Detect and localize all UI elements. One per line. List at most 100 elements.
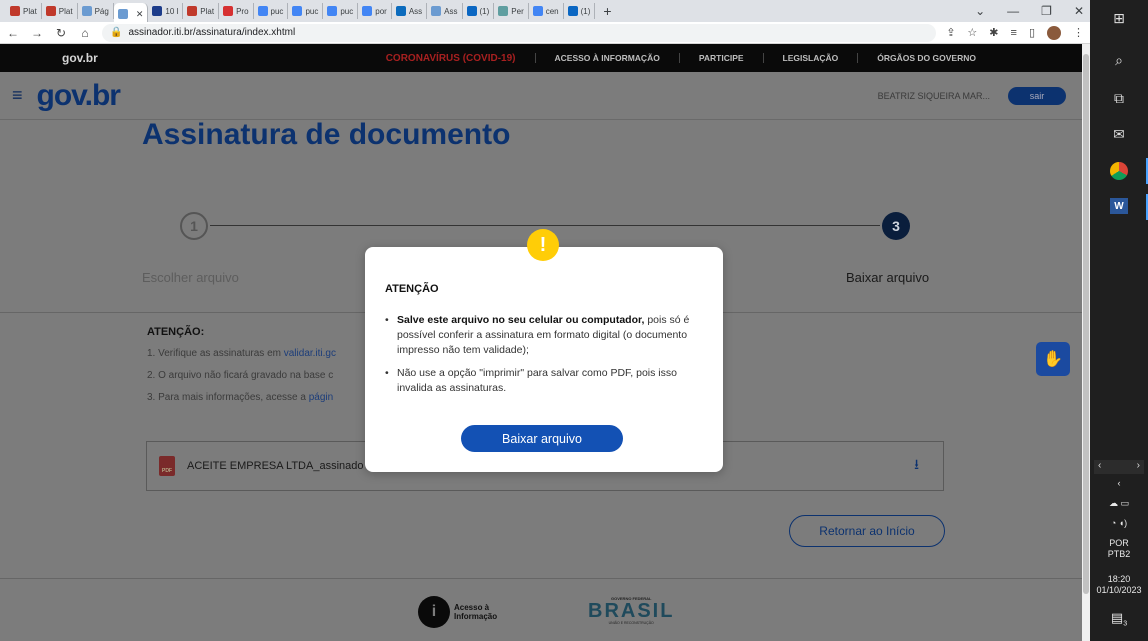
- modal-item-2: Não use a opção "imprimir" para salvar c…: [385, 366, 705, 396]
- address-bar[interactable]: 🔒 assinador.iti.br/assinatura/index.xhtm…: [102, 23, 937, 42]
- browser-tab[interactable]: por: [358, 3, 392, 19]
- browser-tab[interactable]: puc: [323, 3, 359, 19]
- brasil-name: BRASIL: [588, 600, 675, 622]
- bookmark-star-icon[interactable]: ☆: [967, 26, 977, 39]
- tab-favicon-icon: [567, 6, 578, 16]
- browser-tab[interactable]: 10 l: [148, 3, 184, 19]
- tab-label: 10 l: [165, 6, 179, 16]
- acesso-line-1: Acesso à: [454, 603, 490, 612]
- side-panel-icon[interactable]: ▯: [1029, 26, 1035, 39]
- tab-close-icon[interactable]: ✕: [136, 9, 144, 20]
- validar-link[interactable]: validar.iti.gc: [284, 348, 336, 359]
- extensions-icon[interactable]: ✱: [989, 26, 998, 39]
- scrollbar-thumb[interactable]: [1083, 54, 1089, 594]
- forward-button[interactable]: →: [30, 26, 44, 40]
- browser-tab[interactable]: puc: [288, 3, 324, 19]
- clock[interactable]: 18:20 01/10/2023: [1090, 574, 1148, 596]
- browser-tab[interactable]: Plat: [183, 3, 220, 19]
- tab-label: (1): [580, 6, 591, 16]
- clock-time: 18:20: [1107, 574, 1131, 584]
- tray-chevron-icon[interactable]: ‹: [1090, 478, 1148, 489]
- tab-favicon-icon: [431, 6, 442, 16]
- windows-start-icon[interactable]: ⊞: [1090, 10, 1148, 27]
- tab-label: Plat: [23, 6, 37, 16]
- tab-favicon-icon: [117, 9, 128, 19]
- page-scrollbar[interactable]: [1082, 44, 1090, 641]
- vlibras-hand-icon[interactable]: ✋: [1036, 342, 1070, 376]
- restore-button[interactable]: ❐: [1041, 4, 1052, 18]
- tab-favicon-icon: [327, 6, 338, 16]
- logout-button[interactable]: sair: [1008, 86, 1066, 105]
- tab-favicon-icon: [45, 6, 56, 16]
- download-file-button[interactable]: Baixar arquivo: [461, 425, 623, 452]
- input-language[interactable]: POR PTB2: [1090, 538, 1148, 560]
- menu-hamburger-icon[interactable]: ≡: [12, 85, 23, 106]
- browser-tab[interactable]: cen: [529, 3, 564, 19]
- new-tab-button[interactable]: +: [595, 3, 619, 19]
- tab-favicon-icon: [532, 6, 543, 16]
- link-orgaos-governo[interactable]: ÓRGÃOS DO GOVERNO: [857, 53, 995, 63]
- browser-tab[interactable]: Pro: [219, 3, 254, 19]
- footer-brasil-logo[interactable]: GOVERNO FEDERAL BRASIL UNIÃO E RECONSTRU…: [588, 596, 674, 625]
- tab-favicon-icon: [466, 6, 477, 16]
- word-app-icon[interactable]: W: [1090, 198, 1148, 214]
- tab-search-icon[interactable]: ⌄: [975, 4, 985, 18]
- acesso-line-2: Informação: [454, 612, 498, 621]
- tab-label: puc: [305, 6, 319, 16]
- link-acesso-informacao[interactable]: ACESSO À INFORMAÇÃO: [534, 53, 679, 63]
- minimize-button[interactable]: —: [1007, 4, 1019, 18]
- task-view-icon[interactable]: ⧉: [1090, 90, 1148, 107]
- mail-icon[interactable]: ✉: [1090, 126, 1148, 143]
- back-button[interactable]: ←: [6, 26, 20, 40]
- reading-list-icon[interactable]: ≡: [1011, 27, 1017, 39]
- page-title: Assinatura de documento: [142, 118, 511, 151]
- browser-tab[interactable]: (1): [463, 3, 495, 19]
- language-code: POR: [1109, 538, 1129, 548]
- more-info-link[interactable]: págin: [309, 392, 333, 403]
- onedrive-icon[interactable]: ☁ ▭: [1090, 498, 1148, 509]
- tab-favicon-icon: [152, 6, 163, 16]
- notifications-icon[interactable]: ▤3: [1090, 611, 1148, 630]
- tab-favicon-icon: [81, 6, 92, 16]
- chrome-app-icon[interactable]: [1090, 162, 1148, 180]
- browser-tab[interactable]: puc: [254, 3, 289, 19]
- reload-button[interactable]: ↻: [54, 26, 68, 40]
- link-participe[interactable]: PARTICIPE: [678, 53, 763, 63]
- home-button[interactable]: ⌂: [78, 26, 92, 40]
- step-1-circle: 1: [180, 212, 208, 240]
- browser-tab[interactable]: Ass: [427, 3, 463, 19]
- browser-tab[interactable]: Plat: [42, 3, 78, 19]
- share-icon[interactable]: ⇪: [946, 26, 955, 39]
- modal-item-2-text: Não use a opção "imprimir" para salvar c…: [397, 367, 677, 394]
- browser-tab[interactable]: (1): [564, 3, 596, 19]
- attention-modal: ATENÇÃO Salve este arquivo no seu celula…: [365, 247, 723, 472]
- browser-tab[interactable]: Plat: [6, 3, 42, 19]
- attention-item-2: 2. O arquivo não ficará gravado na base …: [147, 370, 333, 381]
- attention-item-2-text: 2. O arquivo não ficará gravado na base …: [147, 370, 334, 381]
- govbr-logo[interactable]: gov.br: [37, 79, 121, 113]
- browser-tab[interactable]: Ass: [392, 3, 428, 19]
- taskbar-scroll[interactable]: ‹ ›: [1094, 460, 1144, 474]
- tab-label: Ass: [408, 6, 423, 16]
- footer-acesso-informacao[interactable]: i Acesso à Informação: [418, 596, 497, 628]
- return-home-button[interactable]: Retornar ao Início: [789, 515, 945, 547]
- browser-tab[interactable]: ✕: [113, 3, 149, 22]
- close-window-button[interactable]: ✕: [1074, 4, 1084, 18]
- download-icon[interactable]: ⭳: [914, 454, 919, 478]
- tab-favicon-icon: [10, 6, 20, 16]
- browser-tab[interactable]: Pág: [78, 3, 114, 19]
- profile-avatar[interactable]: [1047, 25, 1061, 40]
- tab-favicon-icon: [257, 6, 268, 16]
- menu-icon[interactable]: ⋮: [1073, 26, 1084, 39]
- search-icon[interactable]: ⌕: [1090, 52, 1148, 69]
- tab-label: Pro: [236, 6, 249, 16]
- network-volume-icon[interactable]: ◔ ◖): [1090, 518, 1148, 529]
- link-covid[interactable]: CORONAVÍRUS (COVID-19): [367, 53, 535, 64]
- modal-title: ATENÇÃO: [385, 283, 439, 295]
- gov-small-logo[interactable]: gov.br: [62, 51, 98, 65]
- url-text: assinador.iti.br/assinatura/index.xhtml: [128, 27, 296, 38]
- browser-tab[interactable]: Per: [494, 3, 529, 19]
- footer-divider: [0, 578, 1090, 579]
- modal-item-1-bold: Salve este arquivo no seu celular ou com…: [397, 314, 645, 326]
- link-legislacao[interactable]: LEGISLAÇÃO: [762, 53, 858, 63]
